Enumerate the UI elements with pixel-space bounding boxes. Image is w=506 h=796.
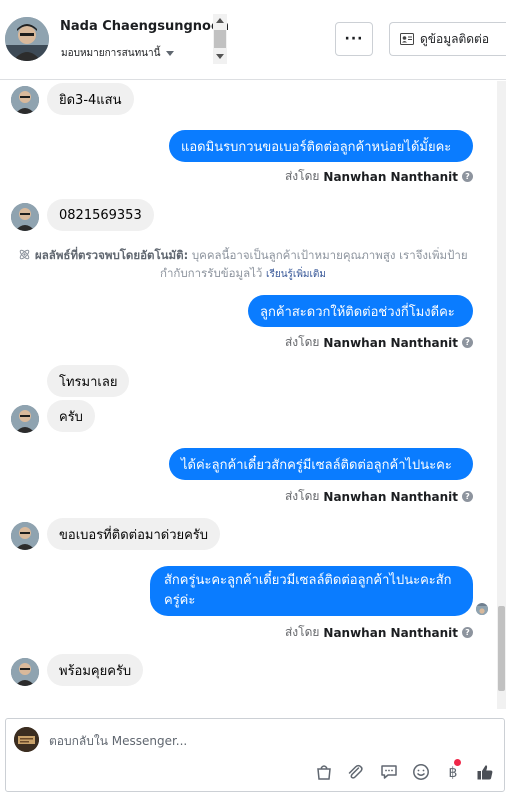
scroll-thumb[interactable] xyxy=(214,30,226,48)
baht-icon[interactable]: ฿ xyxy=(442,759,464,783)
reply-input[interactable] xyxy=(49,730,349,752)
outgoing-message[interactable]: แอดมินรบกวนขอเบอร์ติดต่อลูกค้าหน่อยได้มั… xyxy=(169,130,473,162)
incoming-message[interactable]: ยิด3-4แสน xyxy=(47,83,134,115)
assign-conversation-dropdown[interactable]: มอบหมายการสนทนานี้ xyxy=(61,46,175,61)
help-icon[interactable]: ? xyxy=(462,491,473,502)
sent-by-label: ส่งโดย Nanwhan Nanthanit ? xyxy=(285,333,473,352)
sender-avatar[interactable] xyxy=(11,405,39,433)
incoming-message[interactable]: พร้อมคุยครับ xyxy=(47,654,144,686)
atom-icon xyxy=(20,249,30,260)
learn-more-link[interactable]: เรียนรู้เพิ่มเติม xyxy=(266,269,326,280)
sent-by-label: ส่งโดย Nanwhan Nanthanit ? xyxy=(285,167,473,186)
outgoing-message[interactable]: สักครู่นะคะลูกค้าเดี๋ยวมีเซลล์ติดต่อลูกค… xyxy=(150,566,473,616)
contact-card-icon xyxy=(400,33,414,45)
page-avatar xyxy=(14,727,39,752)
contact-info-label: ดูข้อมูลติดต่อ xyxy=(420,31,490,46)
sent-by-label: ส่งโดย Nanwhan Nanthanit ? xyxy=(285,623,473,642)
header-scrollbar[interactable] xyxy=(213,14,227,64)
thumbs-up-icon[interactable] xyxy=(474,761,496,783)
auto-detect-title: ผลลัพธ์ที่ตรวจพบโดยอัตโนมัติ: xyxy=(35,248,189,262)
sent-by-label: ส่งโดย Nanwhan Nanthanit ? xyxy=(285,487,473,506)
incoming-message[interactable]: โทรมาเลย xyxy=(47,365,130,397)
incoming-message[interactable]: ครับ xyxy=(47,400,95,432)
seen-indicator-avatar xyxy=(476,603,488,615)
incoming-message[interactable]: 0821569353 xyxy=(47,199,154,231)
outgoing-message[interactable]: ลูกค้าสะดวกให้ติดต่อช่วงกี่โมงดีคะ xyxy=(248,295,473,327)
assign-label: มอบหมายการสนทนานี้ xyxy=(61,48,161,59)
smiley-icon[interactable] xyxy=(410,761,432,783)
paperclip-icon[interactable] xyxy=(344,761,366,783)
sender-avatar[interactable] xyxy=(11,658,39,686)
reply-composer: ฿ xyxy=(5,718,505,792)
thread-scrollbar[interactable] xyxy=(497,81,506,709)
help-icon[interactable]: ? xyxy=(462,171,473,182)
scroll-up-arrow-icon[interactable] xyxy=(216,18,224,23)
help-icon[interactable]: ? xyxy=(462,337,473,348)
sender-name[interactable]: Nanwhan Nanthanit xyxy=(323,626,458,640)
sender-avatar[interactable] xyxy=(11,203,39,231)
contact-avatar[interactable] xyxy=(5,17,49,61)
contact-name[interactable]: Nada Chaengsungnoen xyxy=(60,19,229,34)
shopping-bag-icon[interactable] xyxy=(313,761,335,783)
svg-text:฿: ฿ xyxy=(449,765,458,781)
chat-bubble-icon[interactable] xyxy=(378,761,400,783)
auto-detected-lead-note: ผลลัพธ์ที่ตรวจพบโดยอัตโนมัติ: บุคคลนี้อา… xyxy=(10,246,476,284)
view-contact-info-button[interactable]: ดูข้อมูลติดต่อ xyxy=(389,22,506,56)
incoming-message[interactable]: ขอเบอรที่ติดต่อมาด่วยครับ xyxy=(47,518,221,550)
more-options-button[interactable]: ··· xyxy=(335,22,373,56)
caret-down-icon xyxy=(166,51,175,56)
sender-name[interactable]: Nanwhan Nanthanit xyxy=(323,490,458,504)
help-icon[interactable]: ? xyxy=(462,627,473,638)
sender-avatar[interactable] xyxy=(11,522,39,550)
conversation-header: Nada Chaengsungnoen มอบหมายการสนทนานี้ ·… xyxy=(0,0,506,80)
outgoing-message[interactable]: ได้ค่ะลูกค้าเดี๋ยวสักครู่มีเซลล์ติดต่อลู… xyxy=(169,448,473,480)
sender-name[interactable]: Nanwhan Nanthanit xyxy=(323,336,458,350)
sender-name[interactable]: Nanwhan Nanthanit xyxy=(323,170,458,184)
sender-avatar[interactable] xyxy=(11,86,39,114)
notification-dot xyxy=(454,759,461,766)
scroll-thumb[interactable] xyxy=(498,606,505,691)
scroll-down-arrow-icon[interactable] xyxy=(216,54,224,59)
message-thread: ยิด3-4แสน แอดมินรบกวนขอเบอร์ติดต่อลูกค้า… xyxy=(0,81,506,709)
